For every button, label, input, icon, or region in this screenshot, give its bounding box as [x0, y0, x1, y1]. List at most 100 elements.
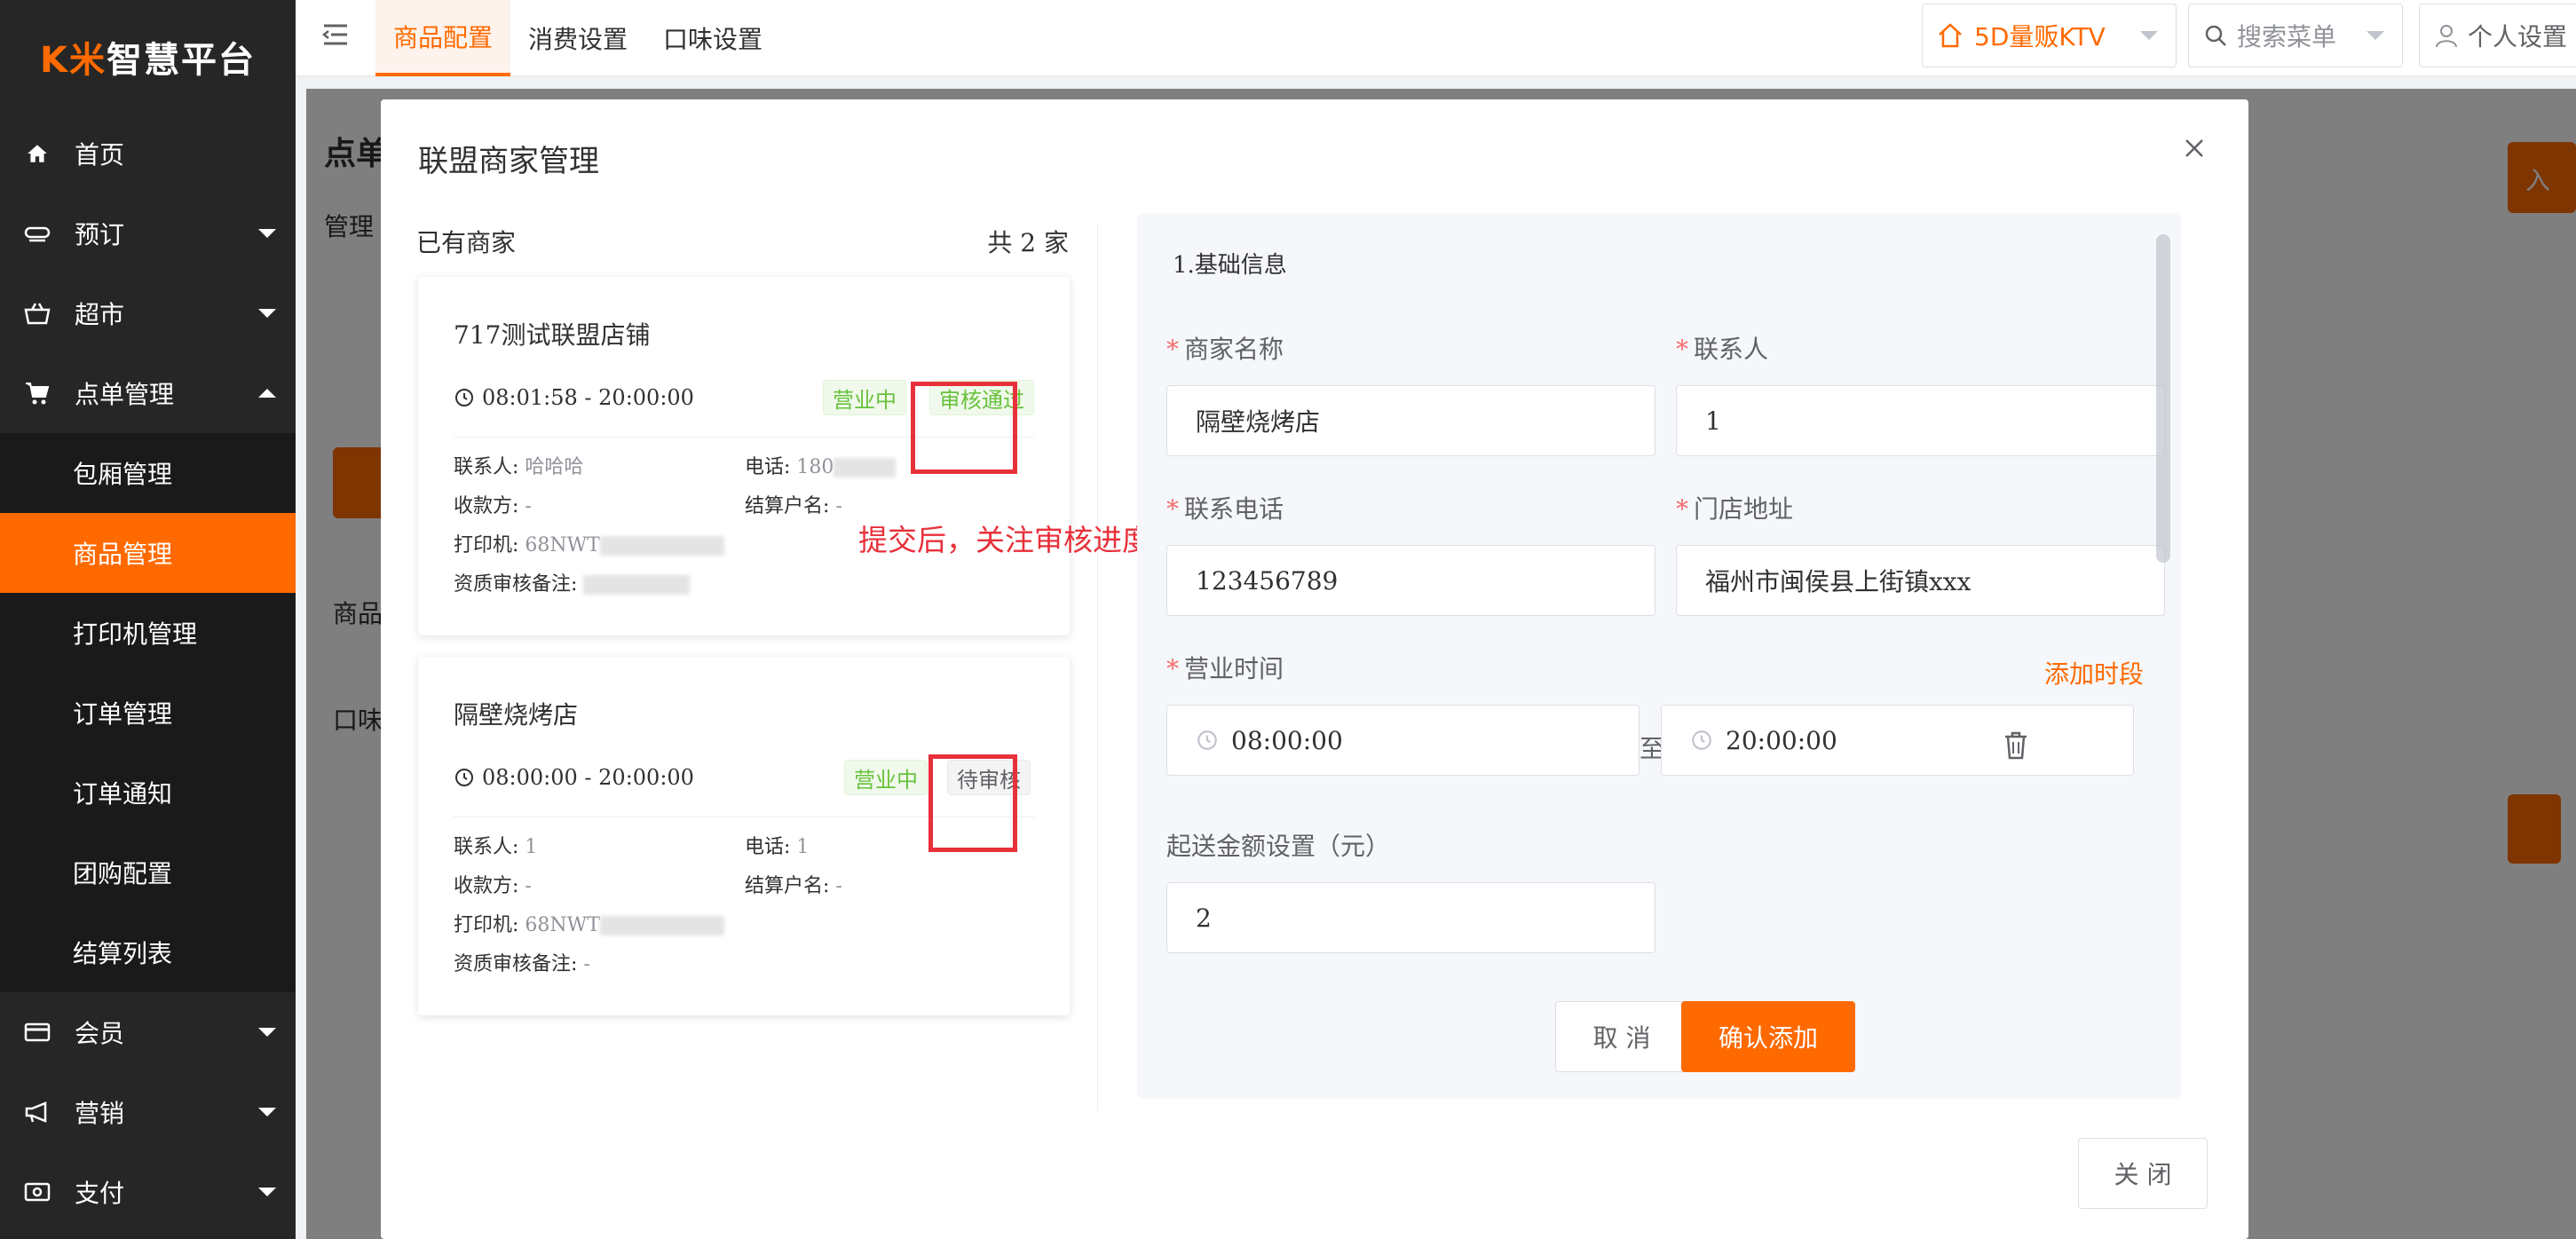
address-label: * 门店地址	[1676, 494, 1794, 524]
chevron-down-icon	[258, 1188, 276, 1196]
sidebar-subitem-printer[interactable]: 打印机管理	[0, 593, 296, 673]
sidebar-item-member[interactable]: 会员	[0, 992, 296, 1072]
confirm-add-button[interactable]: 确认添加	[1681, 1001, 1855, 1072]
printer-field: 打印机: 68NWT	[454, 909, 724, 937]
merchant-name: 隔壁烧烤店	[454, 700, 579, 730]
sidebar-item-payment[interactable]: 支付	[0, 1152, 296, 1232]
chevron-down-icon	[2367, 31, 2384, 40]
merchant-count: 共 2 家	[987, 228, 1069, 257]
sidebar-item-marketing[interactable]: 营销	[0, 1072, 296, 1152]
merchant-name-input[interactable]: 隔壁烧烤店	[1166, 385, 1655, 456]
chevron-down-icon	[258, 229, 276, 238]
tab-taste-settings[interactable]: 口味设置	[645, 0, 780, 76]
sidebar-item-label: 超市	[75, 300, 125, 329]
account-field: 结算户名: -	[745, 495, 842, 517]
sidebar-subitem-groupbuy[interactable]: 团购配置	[0, 833, 296, 912]
sidebar-subitem-orders[interactable]: 订单管理	[0, 673, 296, 753]
phone-input[interactable]: 123456789	[1166, 545, 1655, 616]
status-badge: 营业中	[823, 380, 906, 415]
sidebar-item-label: 预订	[75, 220, 125, 249]
top-bar: 商品配置 消费设置 口味设置 5D量贩KTV 搜索菜单 个人设置	[296, 0, 2576, 76]
sidebar-item-label: 订单通知	[73, 779, 173, 809]
megaphone-icon	[20, 1094, 55, 1130]
status-badge: 营业中	[844, 760, 928, 795]
sidebar-subitem-settlement[interactable]: 结算列表	[0, 912, 296, 992]
merchant-dialog: 联盟商家管理 已有商家 共 2 家 717测试联盟店铺 08:01:58 - 2…	[381, 99, 2248, 1239]
menu-search[interactable]: 搜索菜单	[2188, 4, 2403, 67]
min-amount-label: 起送金额设置（元）	[1166, 832, 1391, 861]
merchant-name: 717测试联盟店铺	[454, 320, 651, 350]
merchant-hours-text: 08:00:00 - 20:00:00	[482, 765, 694, 790]
logo-text: 智慧平台	[107, 40, 256, 81]
sidebar-item-label: 点单管理	[75, 380, 175, 409]
annotation-highlight-pending	[928, 754, 1017, 852]
sidebar-item-market[interactable]: 超市	[0, 273, 296, 353]
payee-field: 收款方: -	[454, 875, 532, 897]
search-icon	[2203, 23, 2228, 48]
remark-field: 资质审核备注: -	[454, 953, 590, 975]
sidebar-item-label: 订单管理	[73, 699, 173, 729]
annotation-text: 提交后，关注审核进度	[858, 523, 1151, 557]
chevron-down-icon	[258, 309, 276, 318]
merchant-hours: 08:00:00 - 20:00:00	[454, 765, 694, 790]
cancel-button[interactable]: 取 消	[1555, 1001, 1688, 1072]
merchant-name-label: * 商家名称	[1166, 335, 1284, 364]
close-dialog-button[interactable]: 关 闭	[2078, 1138, 2208, 1209]
logo: K米智慧平台	[0, 0, 296, 114]
form-section-title: 1.基础信息	[1173, 252, 1287, 279]
tab-consume-settings[interactable]: 消费设置	[510, 0, 645, 76]
add-period-button[interactable]: 添加时段	[2044, 655, 2144, 691]
contact-label: * 联系人	[1676, 335, 1769, 364]
chevron-down-icon	[258, 1108, 276, 1117]
merchant-form-panel: 1.基础信息 * 商家名称 * 联系人 隔壁烧烤店 1 * 联系电话 * 门店地址 12…	[1137, 213, 2181, 1099]
chevron-up-icon	[258, 389, 276, 398]
home-icon	[20, 136, 55, 171]
sidebar-item-home[interactable]: 首页	[0, 114, 296, 193]
merchant-list-panel: 已有商家 共 2 家 717测试联盟店铺 08:01:58 - 20:00:00…	[416, 224, 1098, 1111]
sidebar-subitem-rooms[interactable]: 包厢管理	[0, 433, 296, 513]
remark-field: 资质审核备注:	[454, 568, 691, 596]
address-input[interactable]: 福州市闽侯县上街镇xxx	[1676, 545, 2165, 616]
close-icon[interactable]	[2181, 135, 2216, 170]
min-amount-input[interactable]: 2	[1166, 882, 1655, 953]
phone-field: 电话: 180	[745, 451, 897, 479]
annotation-highlight-approved	[911, 382, 1017, 474]
clock-icon	[455, 769, 473, 786]
store-selector[interactable]: 5D量贩KTV	[1922, 4, 2177, 67]
sidebar-item-label: 首页	[75, 140, 125, 170]
start-time-input[interactable]: 08:00:00	[1166, 705, 1640, 776]
sidebar-item-label: 支付	[75, 1179, 125, 1208]
contact-field: 联系人: 1	[454, 836, 538, 858]
clock-icon	[1197, 730, 1217, 750]
cart-icon	[20, 375, 55, 411]
user-settings[interactable]: 个人设置	[2419, 4, 2576, 67]
sidebar-item-order[interactable]: 点单管理	[0, 353, 296, 433]
printer-field: 打印机: 68NWT	[454, 529, 724, 557]
sidebar-subitem-notify[interactable]: 订单通知	[0, 753, 296, 833]
merchant-list-title: 已有商家	[416, 228, 517, 257]
payee-field: 收款方: -	[454, 495, 532, 517]
menu-collapse-icon[interactable]	[320, 20, 356, 55]
contact-input[interactable]: 1	[1676, 385, 2165, 456]
house-icon	[1937, 22, 1964, 49]
merchant-hours: 08:01:58 - 20:00:00	[454, 385, 694, 410]
tab-goods-config[interactable]: 商品配置	[375, 0, 511, 76]
chevron-down-icon	[258, 1028, 276, 1037]
sidebar-subitem-goods[interactable]: 商品管理	[0, 513, 296, 593]
sidebar-submenu: 包厢管理 商品管理 打印机管理 订单管理 订单通知 团购配置 结算列表	[0, 433, 296, 992]
dialog-title: 联盟商家管理	[418, 144, 599, 179]
card-icon	[20, 1014, 55, 1050]
sidebar-item-reserve[interactable]: 预订	[0, 193, 296, 273]
phone-field: 电话: 1	[745, 836, 810, 858]
account-field: 结算户名: -	[745, 875, 842, 897]
delete-period-icon[interactable]	[2002, 730, 2034, 765]
end-time-value: 20:00:00	[1726, 725, 1837, 755]
contact-field: 联系人: 哈哈哈	[454, 456, 584, 478]
form-scrollbar[interactable]	[2156, 234, 2170, 563]
search-placeholder: 搜索菜单	[2237, 22, 2337, 51]
sidebar-item-label: 团购配置	[73, 859, 173, 888]
sidebar-item-label: 营销	[75, 1099, 125, 1128]
sidebar-item-label: 商品管理	[73, 540, 173, 569]
user-settings-label: 个人设置	[2468, 22, 2568, 51]
end-time-input[interactable]: 20:00:00	[1661, 705, 2134, 776]
